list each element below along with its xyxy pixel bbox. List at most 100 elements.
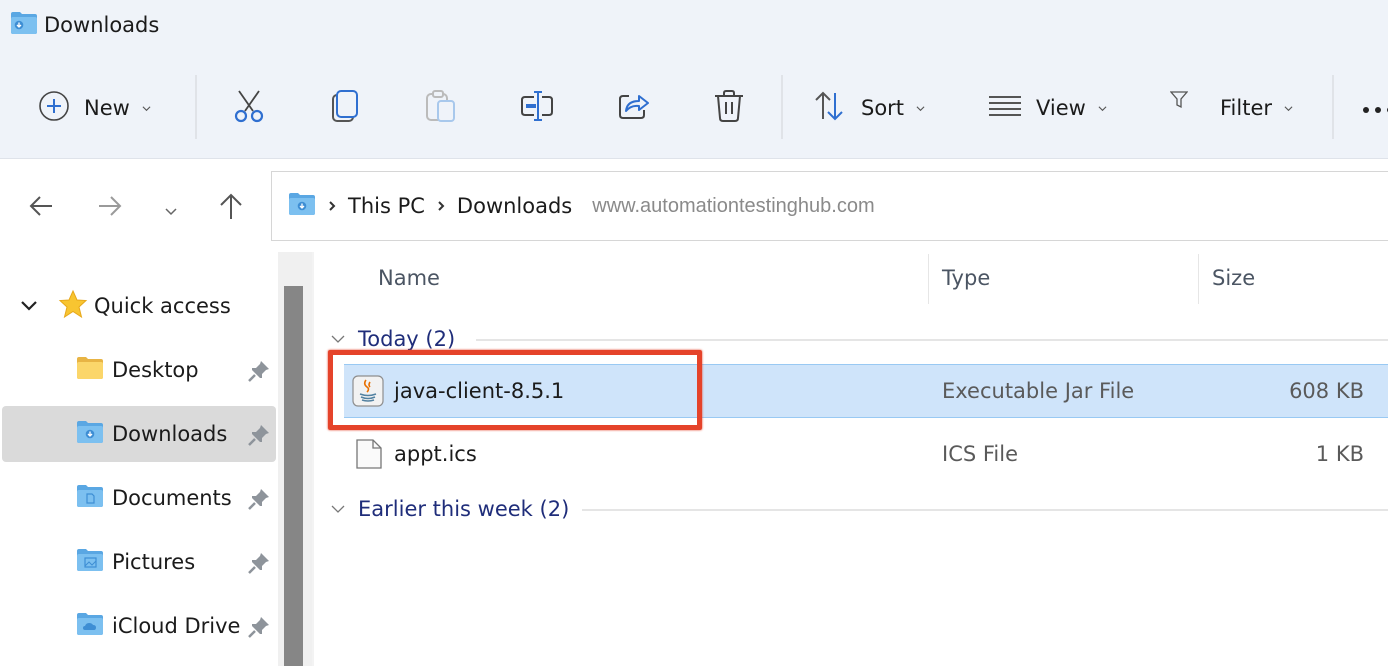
- filter-button[interactable]: Filter: [1206, 75, 1293, 141]
- chevron-down-icon[interactable]: [330, 334, 346, 344]
- filter-icon: [1169, 91, 1189, 113]
- file-type: ICS File: [942, 442, 1019, 466]
- column-header-size[interactable]: Size: [1212, 252, 1255, 304]
- delete-button[interactable]: [713, 75, 745, 141]
- sidebar-item-downloads[interactable]: Downloads: [2, 406, 276, 462]
- sidebar-item-label: Desktop: [112, 358, 199, 382]
- paste-button[interactable]: [425, 75, 457, 141]
- scrollbar-thumb[interactable]: [284, 286, 303, 666]
- watermark-text: www.automationtestinghub.com: [592, 194, 875, 217]
- column-separator[interactable]: [928, 254, 929, 304]
- downloads-folder-icon: [10, 11, 38, 39]
- title-and-ribbon: Downloads New Sort View Filter: [0, 0, 1388, 159]
- pin-icon[interactable]: [248, 424, 270, 450]
- pictures-folder-icon: [76, 548, 104, 576]
- ribbon-separator: [195, 75, 197, 139]
- downloads-folder-icon: [288, 192, 316, 220]
- chevron-down-icon[interactable]: [330, 504, 346, 514]
- copy-button[interactable]: [330, 75, 360, 141]
- file-name: appt.ics: [394, 442, 477, 466]
- address-bar[interactable]: This PC Downloads www.automationtestingh…: [271, 171, 1388, 241]
- more-button[interactable]: [1362, 75, 1388, 141]
- arrow-up-icon[interactable]: [218, 192, 244, 224]
- ribbon-separator: [781, 75, 783, 139]
- highlight-annotation: [328, 350, 702, 430]
- sort-label: Sort: [861, 96, 905, 120]
- generic-file-icon: [356, 439, 382, 473]
- pin-icon[interactable]: [248, 360, 270, 386]
- window-title-text: Downloads: [44, 13, 160, 37]
- documents-folder-icon: [76, 484, 104, 512]
- chevron-down-icon: [1284, 105, 1293, 111]
- pin-icon[interactable]: [248, 488, 270, 514]
- navigation-pane: Quick access Desktop Downloads Documents: [0, 252, 278, 666]
- quick-access-node[interactable]: Quick access: [0, 278, 278, 334]
- column-header-label: Name: [378, 266, 440, 290]
- file-size: 608 KB: [1289, 379, 1364, 403]
- window-title: Downloads: [10, 10, 159, 40]
- cut-button[interactable]: [233, 75, 265, 141]
- chevron-down-icon[interactable]: [164, 202, 178, 221]
- column-header-label: Type: [942, 266, 991, 290]
- sidebar-item-pictures[interactable]: Pictures: [2, 534, 276, 590]
- file-type: Executable Jar File: [942, 379, 1135, 403]
- chevron-down-icon[interactable]: [20, 297, 38, 316]
- sidebar-item-desktop[interactable]: Desktop: [2, 342, 276, 398]
- breadcrumb-chevron-icon: [438, 201, 445, 211]
- share-button[interactable]: [617, 75, 651, 141]
- chevron-down-icon: [1098, 105, 1107, 111]
- navigation-bar: This PC Downloads www.automationtestingh…: [0, 160, 1388, 252]
- sort-icon: [813, 89, 847, 127]
- sidebar-item-icloud-drive[interactable]: iCloud Drive: [2, 598, 276, 654]
- star-icon: [58, 289, 88, 323]
- chevron-down-icon: [916, 105, 925, 111]
- group-divider-line: [582, 509, 1388, 511]
- file-list: Name Type Size Today (2) java-client-8.5…: [314, 252, 1388, 666]
- view-label: View: [1036, 96, 1086, 120]
- pin-icon[interactable]: [248, 552, 270, 578]
- view-button[interactable]: View: [988, 75, 1107, 141]
- breadcrumb-downloads[interactable]: Downloads: [457, 194, 572, 218]
- column-header-type[interactable]: Type: [942, 252, 990, 304]
- command-bar: New Sort View Filter: [0, 75, 1388, 141]
- quick-access-label: Quick access: [94, 294, 231, 318]
- sidebar-item-label: Pictures: [112, 550, 196, 574]
- plus-circle-icon: [38, 90, 70, 126]
- sidebar-scrollbar[interactable]: [278, 252, 312, 666]
- pin-icon[interactable]: [248, 616, 270, 642]
- arrow-right-icon[interactable]: [97, 194, 123, 222]
- ribbon-separator: [1332, 75, 1334, 139]
- share-icon: [617, 89, 651, 127]
- sidebar-item-label: Documents: [112, 486, 232, 510]
- new-button[interactable]: New: [38, 75, 151, 141]
- column-separator[interactable]: [1198, 254, 1199, 304]
- scissors-icon: [233, 89, 265, 127]
- arrow-left-icon[interactable]: [28, 194, 54, 222]
- column-header-label: Size: [1212, 266, 1256, 290]
- copy-icon: [330, 89, 360, 127]
- paste-icon: [425, 89, 457, 127]
- filter-icon-wrap: [1169, 75, 1189, 141]
- sort-button[interactable]: Sort: [813, 75, 925, 141]
- column-header-name[interactable]: Name: [378, 252, 440, 304]
- icloud-folder-icon: [76, 612, 104, 640]
- desktop-folder-icon: [76, 356, 104, 384]
- sidebar-item-label: Downloads: [112, 422, 228, 446]
- group-label: Today (2): [358, 327, 456, 351]
- downloads-folder-icon: [76, 420, 104, 448]
- group-header-earlier-this-week[interactable]: Earlier this week (2): [330, 492, 1388, 526]
- chevron-down-icon: [142, 105, 151, 111]
- file-size: 1 KB: [1315, 442, 1364, 466]
- new-label: New: [84, 96, 130, 120]
- rename-button[interactable]: [520, 75, 554, 141]
- file-row[interactable]: appt.ics ICS File 1 KB: [344, 427, 1388, 481]
- sidebar-item-documents[interactable]: Documents: [2, 470, 276, 526]
- group-divider-line: [476, 339, 1388, 341]
- ellipsis-icon: [1362, 99, 1388, 118]
- view-list-icon: [988, 94, 1022, 122]
- rename-icon: [520, 89, 554, 127]
- group-label: Earlier this week (2): [358, 497, 570, 521]
- breadcrumb-this-pc[interactable]: This PC: [348, 194, 425, 218]
- trash-icon: [713, 89, 745, 127]
- filter-label: Filter: [1220, 96, 1273, 120]
